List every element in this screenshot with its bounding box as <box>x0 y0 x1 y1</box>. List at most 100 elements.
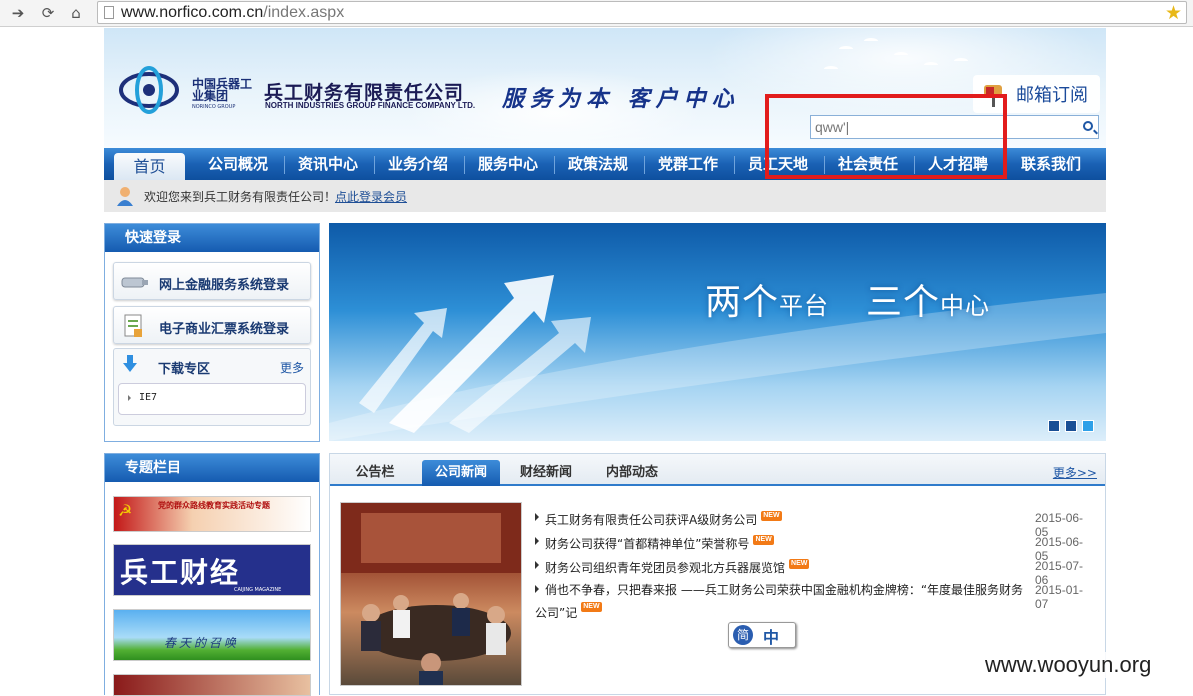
topic-banner-spring[interactable]: 春天的召唤 <box>113 609 311 661</box>
topic-banner-extra[interactable] <box>113 674 311 696</box>
download-area: 下载专区 更多 IE7 <box>113 348 311 426</box>
meeting-photo <box>341 503 521 685</box>
nav-policy[interactable]: 政策法规 <box>556 148 640 180</box>
party-emblem-icon: ☭ <box>118 501 133 520</box>
ebill-login-label: 电子商业汇票系统登录 <box>159 322 290 337</box>
nav-separator <box>464 156 465 174</box>
browser-toolbar: ➔ ⟳ ⌂ www.norfico.com.cn/index.aspx ★ <box>0 0 1193 27</box>
topic-banner-spring-label: 春天的召唤 <box>164 636 240 650</box>
tab-internal-news[interactable]: 内部动态 <box>594 460 670 486</box>
news-title: 兵工财务有限责任公司获评A级财务公司 <box>545 513 758 527</box>
nav-separator <box>554 156 555 174</box>
bird-decoration <box>864 38 878 44</box>
welcome-text: 欢迎您来到兵工财务有限责任公司！ <box>144 190 337 204</box>
topic-banner-party[interactable]: ☭ 党的群众路线教育实践活动专题 <box>113 496 311 532</box>
online-finance-login-button[interactable]: 网上金融服务系统登录 <box>113 262 311 300</box>
download-title: 下载专区 <box>158 362 211 377</box>
new-badge: NEW <box>761 511 782 521</box>
hero-banner[interactable]: 两个平台 三个中心 <box>329 223 1106 441</box>
new-badge: NEW <box>753 535 774 545</box>
nav-separator <box>644 156 645 174</box>
tab-announcements[interactable]: 公告栏 <box>340 460 410 486</box>
search-button[interactable] <box>1079 115 1099 139</box>
home-icon[interactable]: ⌂ <box>66 3 86 23</box>
nav-company-overview[interactable]: 公司概况 <box>196 148 280 180</box>
document-icon <box>124 314 142 337</box>
topic-banner-magazine-sub: CAIJING MAGAZINE <box>234 587 282 593</box>
bullet-icon <box>535 561 539 569</box>
tab-finance-news[interactable]: 财经新闻 <box>508 460 584 486</box>
tab-company-news[interactable]: 公司新闻 <box>422 460 500 486</box>
address-bar[interactable]: www.norfico.com.cn/index.aspx ★ <box>97 1 1187 24</box>
bird-decoration <box>924 62 938 68</box>
topic-banner-party-label: 党的群众路线教育实践活动专题 <box>158 501 270 510</box>
watermark: www.wooyun.org <box>985 652 1152 678</box>
download-arrow-icon <box>122 355 138 373</box>
search-icon <box>1083 121 1093 131</box>
slogan: 服务为本 客户中心 <box>502 86 740 112</box>
bookmark-star-icon[interactable]: ★ <box>1165 2 1182 24</box>
bird-decoration <box>954 58 968 64</box>
ime-chinese-mode: 中 <box>763 628 780 647</box>
quick-login-panel: 快速登录 网上金融服务系统登录 电子商业汇票系统登录 下载专区 更多 IE7 <box>104 223 320 442</box>
welcome-bar: 欢迎您来到兵工财务有限责任公司！ 点此登录会员 <box>104 180 1106 212</box>
topic-banner-magazine[interactable]: 兵工财经 CAIJING MAGAZINE <box>113 544 311 596</box>
download-item[interactable]: IE7 <box>139 392 157 403</box>
usb-key-icon <box>121 277 148 288</box>
bird-decoration <box>894 52 908 58</box>
nav-info-center[interactable]: 资讯中心 <box>286 148 370 180</box>
news-title: 财务公司获得“首都精神单位”荣誉称号 <box>545 537 750 551</box>
nav-separator <box>374 156 375 174</box>
bird-decoration <box>824 66 838 72</box>
slide-dot-1[interactable] <box>1048 420 1060 432</box>
group-logo-text: 中国兵器工业集团 <box>192 77 253 103</box>
nav-separator <box>734 156 735 174</box>
bullet-icon <box>128 395 131 401</box>
company-name-en: NORTH INDUSTRIES GROUP FINANCE COMPANY L… <box>265 101 476 110</box>
banner-headline: 两个平台 三个中心 <box>705 282 991 323</box>
nav-service-center[interactable]: 服务中心 <box>466 148 550 180</box>
news-date: 2015-01-07 <box>1035 583 1084 611</box>
group-logo-en: NORINCO GROUP <box>192 104 236 110</box>
ime-simplified-icon: 简 <box>733 625 753 645</box>
ebill-login-button[interactable]: 电子商业汇票系统登录 <box>113 306 311 344</box>
news-more-link[interactable]: 更多>> <box>1053 464 1097 481</box>
download-more-link[interactable]: 更多 <box>280 359 304 376</box>
news-title: 俏也不争春，只把春来报 ——兵工财务公司荣获中国金融机构金牌榜：“年度最佳服务财… <box>545 583 1024 597</box>
topic-banner-magazine-label: 兵工财经 <box>120 556 241 589</box>
nav-separator <box>284 156 285 174</box>
nav-party-work[interactable]: 党群工作 <box>646 148 730 180</box>
special-topics-title: 专题栏目 <box>105 454 319 482</box>
reload-icon[interactable]: ⟳ <box>38 3 58 23</box>
red-highlight-annotation <box>765 94 1007 179</box>
news-photo[interactable] <box>340 502 522 686</box>
online-finance-login-label: 网上金融服务系统登录 <box>159 278 290 293</box>
download-list: IE7 <box>118 383 306 415</box>
slide-dot-3[interactable] <box>1082 420 1094 432</box>
bullet-icon <box>535 513 539 521</box>
bird-decoration <box>839 46 853 52</box>
member-login-link[interactable]: 点此登录会员 <box>335 188 407 205</box>
news-title: 财务公司组织青年党团员参观北方兵器展览馆 <box>545 561 786 575</box>
quick-login-title: 快速登录 <box>105 224 319 252</box>
slide-dot-2[interactable] <box>1065 420 1077 432</box>
mail-subscribe-label: 邮箱订阅 <box>1016 85 1088 106</box>
nav-home[interactable]: 首页 <box>114 153 185 180</box>
page-icon <box>104 6 114 19</box>
nav-business[interactable]: 业务介绍 <box>376 148 460 180</box>
news-title-continued: 公司”记 <box>535 606 578 620</box>
bullet-icon <box>535 537 539 545</box>
nav-contact[interactable]: 联系我们 <box>1006 148 1096 180</box>
ime-toolbar[interactable]: 简 中 <box>728 622 796 648</box>
company-logo-icon <box>119 66 179 114</box>
arrows-graphic <box>329 275 1106 441</box>
bullet-icon <box>535 585 539 593</box>
special-topics-panel: 专题栏目 ☭ 党的群众路线教育实践活动专题 兵工财经 CAIJING MAGAZ… <box>104 453 320 696</box>
url-text: www.norfico.com.cn/index.aspx <box>121 4 345 21</box>
new-badge: NEW <box>789 559 810 569</box>
user-icon <box>117 187 133 206</box>
news-tabs: 公告栏 公司新闻 财经新闻 内部动态 更多>> <box>330 454 1105 486</box>
forward-arrow-icon[interactable]: ➔ <box>8 3 28 23</box>
news-item[interactable]: 俏也不争春，只把春来报 ——兵工财务公司荣获中国金融机构金牌榜：“年度最佳服务财… <box>535 583 1095 623</box>
new-badge: NEW <box>581 602 602 612</box>
